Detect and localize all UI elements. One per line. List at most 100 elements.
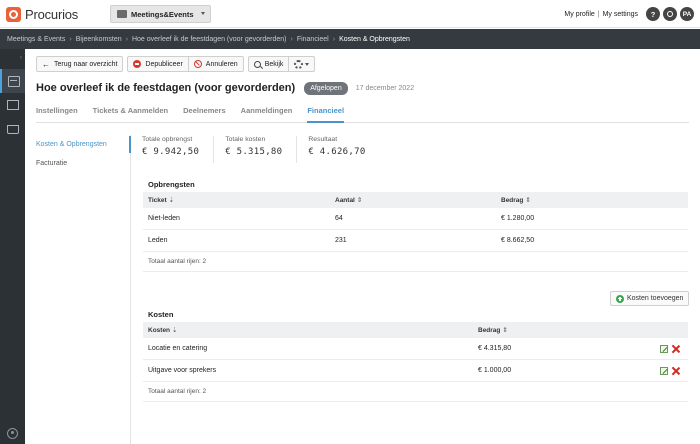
my-profile-link[interactable]: My profile bbox=[564, 11, 594, 18]
summary-label: Resultaat bbox=[308, 136, 338, 143]
column-kosten[interactable]: Kosten ⇣ bbox=[143, 326, 473, 334]
summary-label: Totale kosten bbox=[225, 136, 266, 143]
summary-total-costs: Totale kosten € 5.315,80 bbox=[225, 136, 298, 163]
search-icon[interactable] bbox=[663, 7, 677, 21]
table-row[interactable]: Locatie en catering € 4.315,80 bbox=[143, 338, 688, 360]
column-ticket[interactable]: Ticket ⇣ bbox=[143, 196, 330, 204]
table-row[interactable]: Uitgave voor sprekers € 1.000,00 bbox=[143, 360, 688, 382]
breadcrumb-meetings-events[interactable]: Meetings & Events bbox=[7, 36, 65, 43]
column-bedrag-label: Bedrag bbox=[501, 197, 524, 204]
no-entry-icon bbox=[193, 60, 202, 68]
event-date: 17 december 2022 bbox=[355, 84, 415, 92]
sort-icon: ⇕ bbox=[356, 197, 363, 204]
box-icon bbox=[6, 124, 19, 134]
rail-item-locations[interactable] bbox=[0, 93, 25, 117]
add-cost-button-label: Kosten toevoegen bbox=[627, 295, 684, 302]
breadcrumb: Meetings & Events › Bijeenkomsten › Hoe … bbox=[0, 29, 700, 49]
procurios-logo[interactable]: Procurios bbox=[6, 6, 78, 22]
view-button-group: Bekijk bbox=[247, 56, 316, 72]
revenue-section: Opbrengsten Ticket ⇣ Aantal ⇕ Bedrag ⇕ Niet… bbox=[143, 180, 688, 272]
magnifier-icon bbox=[253, 60, 261, 68]
tab-aanmeldingen[interactable]: Aanmeldingen bbox=[241, 106, 293, 123]
rail-item-settings[interactable] bbox=[0, 421, 25, 444]
gear-icon bbox=[294, 59, 304, 69]
module-selector-label: Meetings&Events bbox=[131, 9, 194, 19]
row-actions bbox=[660, 367, 680, 375]
cell-bedrag: € 4.315,80 bbox=[478, 345, 512, 352]
tab-deelnemers[interactable]: Deelnemers bbox=[183, 106, 226, 123]
revenue-table-header: Ticket ⇣ Aantal ⇕ Bedrag ⇕ bbox=[143, 192, 688, 208]
status-button-group: Depubliceer Annuleren bbox=[127, 56, 244, 72]
table-row[interactable]: Leden 231 € 8.662,50 bbox=[143, 230, 688, 252]
costs-total-rows: Totaal aantal rijen: 2 bbox=[143, 382, 688, 402]
breadcrumb-separator: › bbox=[125, 35, 128, 43]
tab-bar: Instellingen Tickets & Aanmelden Deelnem… bbox=[36, 106, 689, 123]
rail-expand-icon[interactable]: › bbox=[0, 55, 25, 63]
table-row[interactable]: Niet-leden 64 € 1.280,00 bbox=[143, 208, 688, 230]
back-button[interactable]: ← Terug naar overzicht bbox=[36, 56, 124, 72]
costs-table-header: Kosten ⇣ Bedrag ⇕ bbox=[143, 322, 688, 338]
subnav-active-indicator bbox=[129, 136, 131, 153]
column-kosten-label: Kosten bbox=[148, 327, 171, 334]
financial-summary: Totale opbrengst € 9.942,50 Totale koste… bbox=[142, 136, 391, 163]
breadcrumb-bijeenkomsten[interactable]: Bijeenkomsten bbox=[76, 36, 122, 43]
my-settings-link[interactable]: My settings bbox=[603, 11, 638, 18]
rail-item-catalog[interactable] bbox=[0, 117, 25, 141]
brand-name: Procurios bbox=[25, 6, 79, 22]
stop-icon bbox=[133, 60, 142, 68]
page-header: Hoe overleef ik de feestdagen (voor gevo… bbox=[36, 81, 414, 95]
procurios-logo-icon bbox=[6, 6, 21, 22]
column-bedrag[interactable]: Bedrag ⇕ bbox=[473, 326, 508, 334]
more-actions-button[interactable] bbox=[289, 56, 316, 72]
breadcrumb-separator: › bbox=[332, 35, 336, 43]
module-selector[interactable]: Meetings&Events bbox=[110, 5, 211, 23]
view-button[interactable]: Bekijk bbox=[247, 56, 290, 72]
summary-value: € 4.626,70 bbox=[308, 147, 366, 157]
sort-desc-icon: ⇣ bbox=[168, 197, 175, 204]
unpublish-button[interactable]: Depubliceer bbox=[127, 56, 189, 72]
cell-bedrag: € 1.280,00 bbox=[501, 215, 535, 222]
column-bedrag[interactable]: Bedrag ⇕ bbox=[496, 196, 531, 204]
subnav-kosten-opbrengsten[interactable]: Kosten & Opbrengsten bbox=[36, 141, 107, 148]
delete-icon[interactable] bbox=[672, 345, 680, 353]
summary-value: € 5.315,80 bbox=[225, 147, 283, 157]
building-icon bbox=[6, 100, 19, 110]
chevron-down-icon bbox=[305, 62, 310, 66]
user-menu-separator: | bbox=[597, 10, 600, 18]
tab-tickets-aanmelden[interactable]: Tickets & Aanmelden bbox=[93, 106, 168, 123]
cancel-event-button-label: Annuleren bbox=[205, 60, 238, 68]
user-menu: My profile | My settings ? PA bbox=[564, 6, 694, 22]
delete-icon[interactable] bbox=[672, 367, 680, 375]
help-icon[interactable]: ? bbox=[646, 7, 660, 21]
summary-total-revenue: Totale opbrengst € 9.942,50 bbox=[142, 136, 215, 163]
summary-result: Resultaat € 4.626,70 bbox=[308, 136, 379, 163]
edit-icon[interactable] bbox=[660, 367, 668, 375]
arrow-left-icon: ← bbox=[42, 59, 50, 69]
user-avatar[interactable]: PA bbox=[680, 7, 694, 21]
cell-kosten: Uitgave voor sprekers bbox=[148, 367, 217, 374]
tab-instellingen[interactable]: Instellingen bbox=[36, 106, 78, 123]
cell-aantal: 64 bbox=[335, 215, 343, 222]
cell-aantal: 231 bbox=[335, 237, 347, 244]
plus-icon bbox=[616, 294, 624, 303]
column-aantal[interactable]: Aantal ⇕ bbox=[330, 196, 496, 204]
main-content: ← Terug naar overzicht Depubliceer Annul… bbox=[25, 49, 700, 444]
add-cost-button[interactable]: Kosten toevoegen bbox=[610, 291, 690, 306]
back-button-label: Terug naar overzicht bbox=[54, 60, 118, 68]
status-badge: Afgelopen bbox=[304, 81, 348, 95]
breadcrumb-event[interactable]: Hoe overleef ik de feestdagen (voor gevo… bbox=[132, 36, 286, 43]
subnav-facturatie[interactable]: Facturatie bbox=[36, 160, 67, 167]
summary-label: Totale opbrengst bbox=[142, 136, 193, 143]
breadcrumb-financieel[interactable]: Financieel bbox=[297, 36, 329, 43]
tab-financieel[interactable]: Financieel bbox=[307, 106, 345, 123]
cancel-event-button[interactable]: Annuleren bbox=[188, 56, 244, 72]
rail-item-events[interactable] bbox=[0, 69, 25, 93]
row-actions bbox=[660, 345, 680, 353]
gear-icon bbox=[7, 427, 18, 439]
summary-value: € 9.942,50 bbox=[142, 147, 200, 157]
presentation-icon bbox=[7, 75, 20, 87]
calendar-icon bbox=[117, 10, 127, 18]
edit-icon[interactable] bbox=[660, 345, 668, 353]
sort-icon: ⇕ bbox=[525, 197, 531, 204]
sub-navigation: Kosten & Opbrengsten Facturatie bbox=[25, 135, 131, 444]
